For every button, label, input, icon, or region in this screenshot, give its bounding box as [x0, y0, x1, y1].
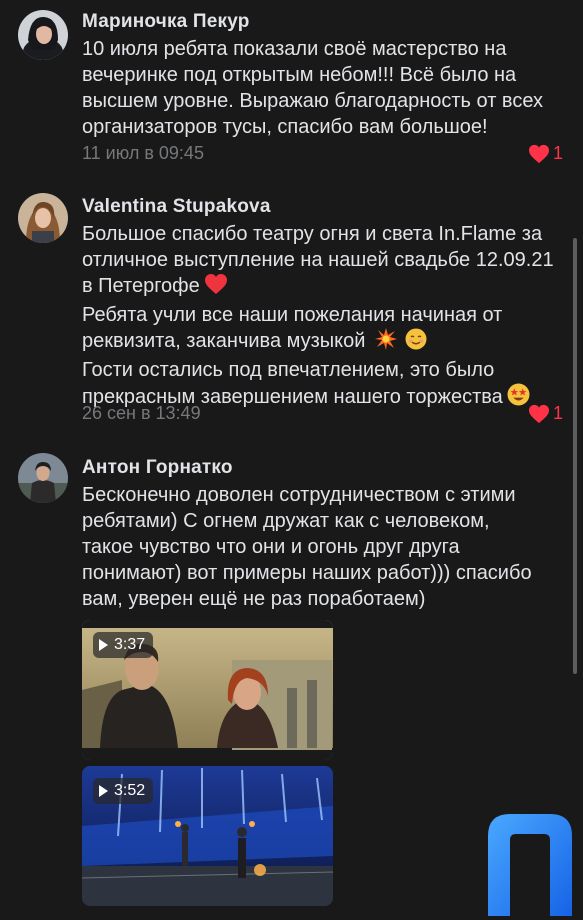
comment-line: Гости остались под впечатлением, это был… [82, 359, 495, 381]
comment-author[interactable]: Мариночка Пекур [82, 11, 250, 33]
comment-line: ребятами) С огнем дружат как с человеком… [82, 510, 490, 532]
comment-line: организаторов тусы, спасибо вам большое! [82, 116, 488, 138]
like-button[interactable]: 1 [528, 143, 563, 164]
star-struck-emoji [507, 383, 530, 413]
brand-logo [486, 812, 574, 916]
comment-line-text: в Петергофе [82, 275, 200, 297]
comment-line: такое чувство что они и огонь друг друга [82, 536, 460, 558]
comment-text: Большое спасибо театру огня и света In.F… [82, 221, 562, 413]
comment-author[interactable]: Антон Горнатко [82, 457, 233, 479]
comment-line: Бесконечно доволен сотрудничеством с эти… [82, 484, 516, 506]
comment-date[interactable]: 11 июл в 09:45 [82, 143, 204, 164]
scrollbar[interactable] [573, 238, 577, 674]
video-attachment[interactable]: 3:52 [82, 766, 333, 906]
play-icon [99, 639, 108, 651]
comment-line: отличное выступление на нашей свадьбе 12… [82, 247, 562, 273]
comment-author[interactable]: Valentina Stupakova [82, 196, 271, 218]
collision-emoji [375, 328, 398, 357]
heart-icon [528, 144, 550, 164]
heart-icon [528, 404, 550, 424]
video-duration-badge: 3:37 [93, 632, 154, 658]
like-count: 1 [552, 143, 563, 163]
comment-text: 10 июля ребята показали своё мастерство … [82, 36, 562, 140]
comment-line: вам, уверен ещё не раз поработаем) [82, 588, 426, 610]
comment-line: Большое спасибо театру огня и света In.F… [82, 223, 543, 245]
like-button[interactable]: 1 [528, 403, 563, 424]
avatar[interactable] [18, 193, 68, 243]
comment-line-text: реквизита, заканчива музыкой [82, 330, 366, 352]
comment-date[interactable]: 26 сен в 13:49 [82, 403, 201, 424]
video-duration-badge: 3:52 [93, 778, 154, 804]
comment-line: высшем уровне. Выражаю благодарность от … [82, 90, 544, 112]
like-count: 1 [552, 403, 563, 423]
smiling-face-emoji [405, 328, 427, 357]
avatar[interactable] [18, 10, 68, 60]
comment-line-text: отличное выступление на нашей свадьбе 12… [82, 249, 554, 271]
video-duration: 3:37 [114, 636, 146, 653]
avatar[interactable] [18, 453, 68, 503]
play-icon [99, 785, 108, 797]
comment-line: реквизита, заканчива музыкой [82, 328, 562, 357]
comment-line: понимают) вот примеры наших работ))) спа… [82, 562, 532, 584]
video-duration: 3:52 [114, 782, 146, 799]
red-heart-emoji [204, 273, 228, 302]
comment-line: вечеринке под открытым небом!!! Всё было… [82, 64, 517, 86]
comment-line: в Петергофе [82, 273, 562, 302]
comment-text: Бесконечно доволен сотрудничеством с эти… [82, 482, 562, 612]
video-attachment[interactable]: 3:37 [82, 620, 333, 760]
comment-line: 10 июля ребята показали своё мастерство … [82, 38, 507, 60]
comment-line: Ребята учли все наши пожелания начиная о… [82, 304, 503, 326]
